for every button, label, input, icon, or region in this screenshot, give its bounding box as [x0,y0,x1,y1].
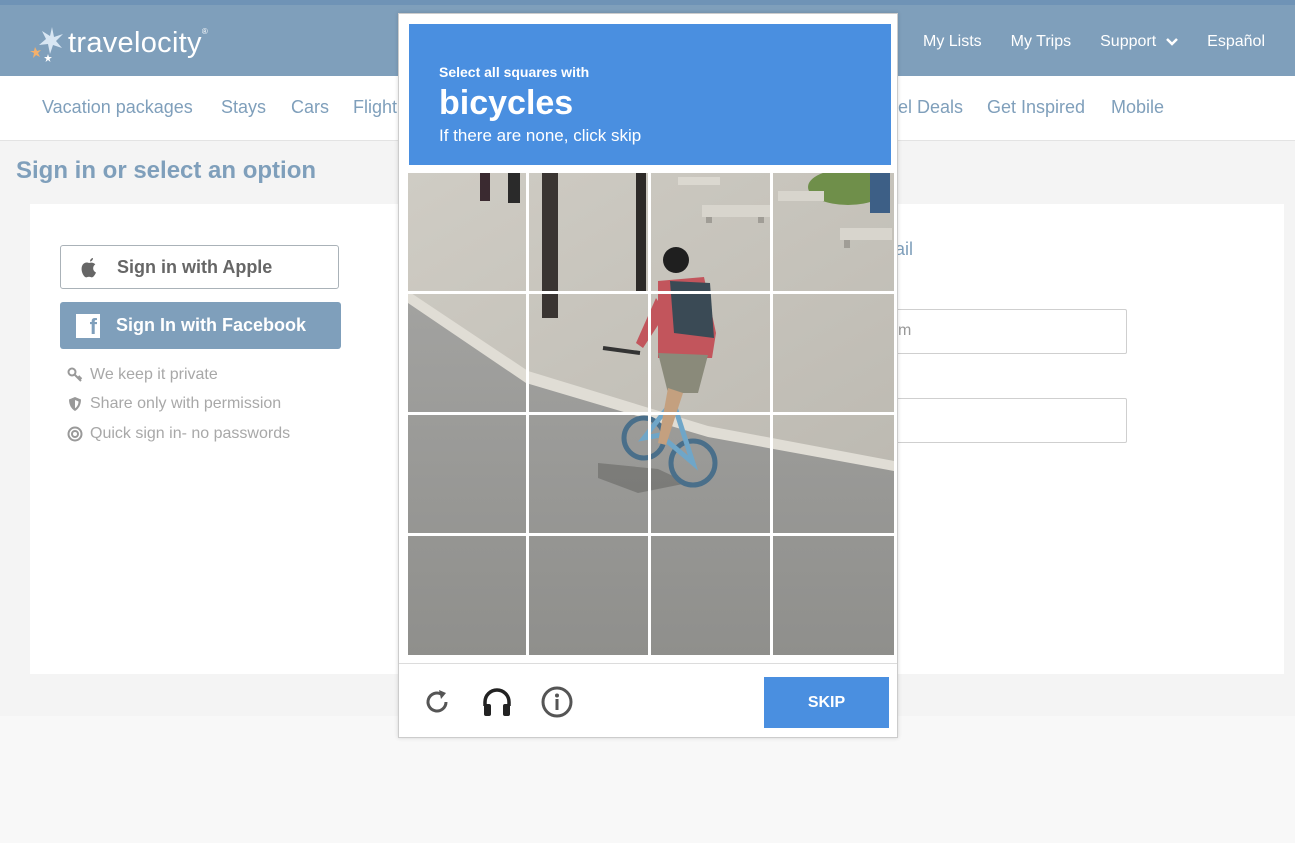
sign-in-facebook-button[interactable]: f Sign In with Facebook [60,302,341,349]
support-menu[interactable]: Support [1100,33,1179,51]
reload-icon[interactable] [421,686,453,718]
travelocity-logo[interactable]: travelocity® [28,23,208,63]
support-label: Support [1100,33,1157,50]
nav-get-inspired[interactable]: Get Inspired [987,97,1085,118]
captcha-tile[interactable] [773,173,894,291]
page-title: Sign in or select an option [16,157,317,184]
email-field-value: m [898,322,912,339]
perk-permission: Share only with permission [67,395,281,413]
facebook-button-label: Sign In with Facebook [116,315,307,335]
email-field[interactable] [890,309,1127,354]
my-trips-link[interactable]: My Trips [1011,33,1071,51]
nav-vacation-packages[interactable]: Vacation packages [42,97,193,118]
perk-private-text: We keep it private [90,366,218,383]
top-nav: My Lists My Trips Support Español [880,33,1294,51]
captcha-target: bicycles [439,84,574,122]
captcha-tile[interactable] [651,415,770,533]
perk-quick-text: Quick sign in- no passwords [90,425,291,442]
captcha-hint: If there are none, click skip [439,126,642,145]
nav-flights[interactable]: Flight [353,97,397,118]
captcha-tile[interactable] [529,415,648,533]
captcha-tile[interactable] [529,173,648,291]
captcha-instruction: Select all squares with [439,64,590,80]
facebook-icon: f [76,313,100,338]
apple-icon [79,255,101,279]
key-icon [67,367,83,383]
captcha-tile[interactable] [529,536,648,655]
captcha-tile[interactable] [773,536,894,655]
headphones-icon[interactable] [481,686,513,718]
shield-icon [67,396,83,412]
perk-private: We keep it private [67,366,218,384]
apple-button-label: Sign in with Apple [117,256,273,277]
travelocity-star-icon [28,23,68,63]
captcha-header: Select all squares with bicycles If ther… [409,24,891,165]
info-icon[interactable] [541,686,573,718]
nav-cars[interactable]: Cars [291,97,329,118]
perk-quick: Quick sign in- no passwords [67,425,290,443]
logo-text: travelocity® [68,26,209,59]
captcha-tile[interactable] [651,536,770,655]
captcha-tile[interactable] [773,415,894,533]
captcha-tile[interactable] [408,415,526,533]
skip-button[interactable]: SKIP [764,677,889,728]
captcha-footer: SKIP [399,663,897,739]
captcha-dialog: Select all squares with bicycles If ther… [398,13,898,738]
language-link[interactable]: Español [1207,33,1265,51]
captcha-image-grid [408,173,894,655]
nav-deals[interactable]: el Deals [898,97,963,118]
chevron-down-icon [1166,38,1179,46]
my-lists-link[interactable]: My Lists [923,33,982,51]
captcha-tile[interactable] [651,173,770,291]
sign-in-apple-button[interactable]: Sign in with Apple [60,245,339,289]
captcha-tile[interactable] [408,536,526,655]
nav-stays[interactable]: Stays [221,97,266,118]
quick-sign-in-icon [67,426,83,442]
captcha-tile[interactable] [408,294,526,412]
password-field[interactable] [890,398,1127,443]
perk-permission-text: Share only with permission [90,395,282,412]
captcha-tile[interactable] [408,173,526,291]
captcha-tile[interactable] [773,294,894,412]
captcha-tile[interactable] [529,294,648,412]
nav-mobile[interactable]: Mobile [1111,97,1164,118]
captcha-tile[interactable] [651,294,770,412]
